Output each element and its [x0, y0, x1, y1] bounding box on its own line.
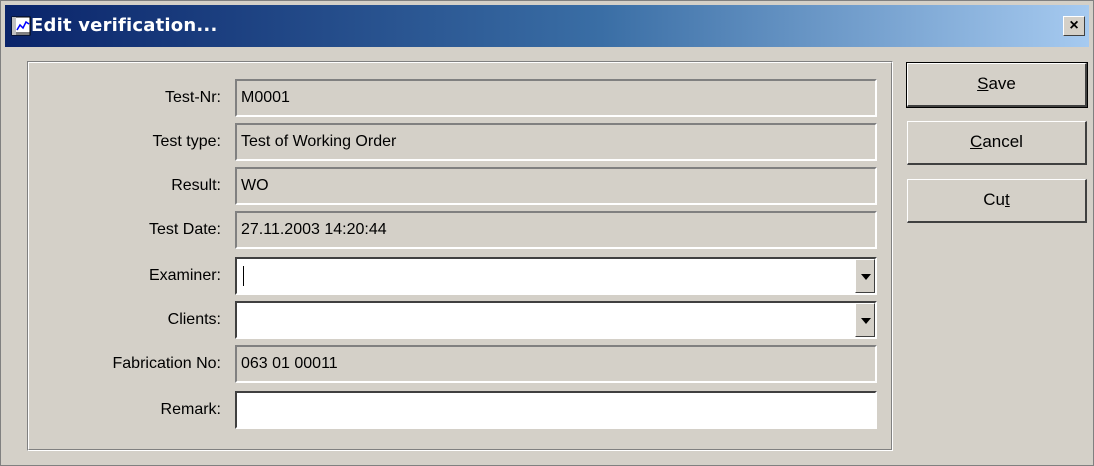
result-field: WO — [235, 167, 877, 205]
edit-verification-dialog: Edit verification... × Test-Nr: M0001 Te… — [0, 0, 1094, 466]
result-label: Result: — [171, 177, 221, 194]
save-button[interactable]: Save — [906, 62, 1088, 108]
remark-input[interactable] — [235, 391, 877, 429]
test-type-label: Test type: — [152, 133, 221, 150]
test-date-field: 27.11.2003 14:20:44 — [235, 211, 877, 249]
fabrication-no-label: Fabrication No: — [112, 355, 222, 372]
examiner-label: Examiner: — [148, 267, 221, 284]
test-type-field: Test of Working Order — [235, 123, 877, 161]
close-button[interactable]: × — [1063, 16, 1085, 36]
cancel-button[interactable]: Cancel — [907, 121, 1087, 165]
chart-app-icon — [11, 16, 31, 36]
test-date-label: Test Date: — [148, 221, 221, 238]
window-title: Edit verification... — [31, 15, 218, 36]
examiner-combobox[interactable] — [235, 257, 877, 295]
clients-combobox[interactable] — [235, 301, 877, 339]
title-bar[interactable]: Edit verification... × — [5, 5, 1089, 47]
test-nr-field: M0001 — [235, 79, 877, 117]
cut-button[interactable]: Cut — [907, 179, 1087, 223]
text-caret — [243, 265, 244, 286]
fabrication-no-field: 063 01 00011 — [235, 345, 877, 383]
test-nr-label: Test-Nr: — [165, 89, 221, 106]
examiner-dropdown-arrow-icon[interactable] — [855, 259, 875, 293]
remark-label: Remark: — [160, 401, 221, 418]
clients-dropdown-arrow-icon[interactable] — [855, 303, 875, 337]
clients-label: Clients: — [167, 311, 221, 328]
